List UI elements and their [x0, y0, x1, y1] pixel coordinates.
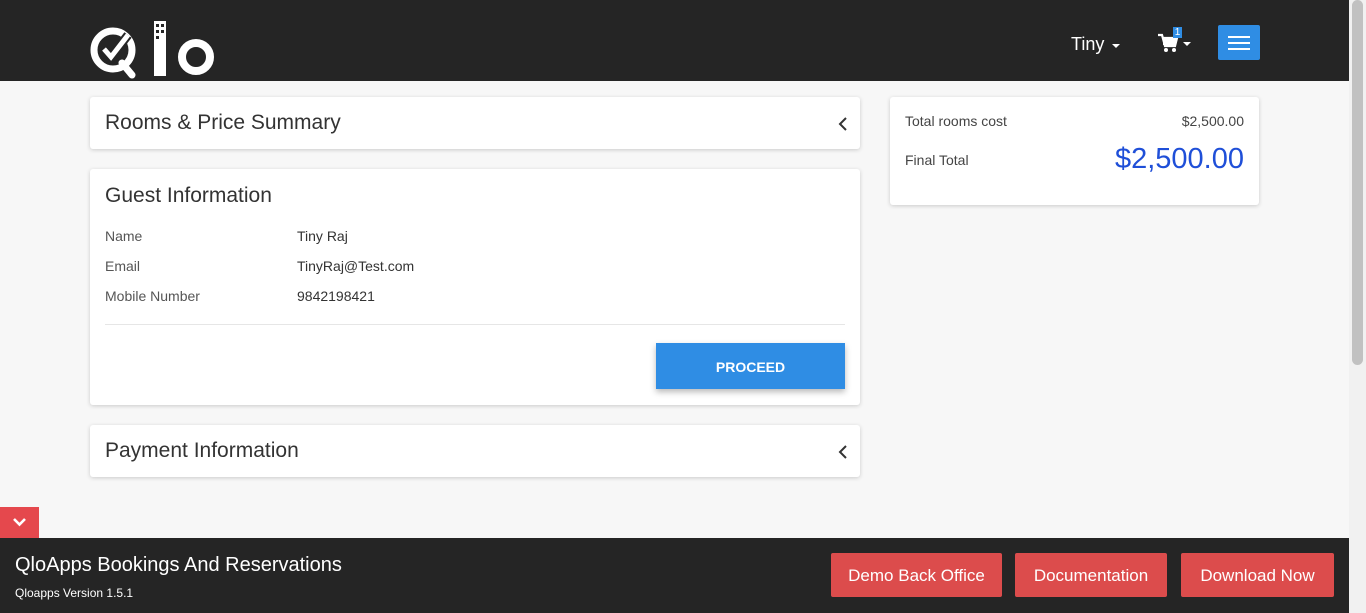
demo-footer-bar: QloApps Bookings And Reservations Qloapp… — [0, 538, 1349, 613]
qlo-logo[interactable] — [90, 19, 216, 79]
final-total-label: Final Total — [905, 152, 969, 168]
demo-back-office-button[interactable]: Demo Back Office — [831, 553, 1002, 597]
top-navbar: Tiny 1 — [0, 0, 1349, 81]
rooms-summary-title: Rooms & Price Summary — [105, 111, 341, 134]
user-menu[interactable]: Tiny — [1071, 34, 1121, 55]
name-value: Tiny Raj — [297, 228, 348, 244]
mobile-label: Mobile Number — [105, 288, 200, 304]
rooms-summary-card[interactable]: Rooms & Price Summary — [90, 97, 860, 149]
chevron-left-icon[interactable] — [837, 116, 849, 132]
divider — [105, 324, 845, 325]
cart-count-badge: 1 — [1173, 27, 1182, 38]
price-summary-card: Total rooms cost $2,500.00 Final Total $… — [890, 97, 1259, 205]
payment-info-card[interactable]: Payment Information — [90, 425, 860, 477]
menu-toggle-button[interactable] — [1218, 25, 1260, 60]
chevron-left-icon[interactable] — [837, 444, 849, 460]
total-rooms-cost-label: Total rooms cost — [905, 113, 1007, 129]
name-label: Name — [105, 228, 143, 244]
download-now-button[interactable]: Download Now — [1181, 553, 1334, 597]
guest-info-title: Guest Information — [105, 184, 272, 207]
caret-down-icon — [1112, 43, 1121, 48]
footer-title: QloApps Bookings And Reservations — [15, 554, 342, 576]
hamburger-icon — [1228, 36, 1250, 38]
user-name: Tiny — [1071, 34, 1105, 54]
guest-info-card: Guest Information Name Tiny Raj Email Ti… — [90, 169, 860, 405]
documentation-button[interactable]: Documentation — [1015, 553, 1167, 597]
footer-version: Qloapps Version 1.5.1 — [15, 586, 134, 600]
final-total-value: $2,500.00 — [1114, 143, 1244, 175]
email-value: TinyRaj@Test.com — [297, 258, 415, 274]
caret-down-icon — [1183, 42, 1191, 46]
chevron-down-icon — [13, 518, 26, 527]
payment-info-title: Payment Information — [105, 439, 299, 462]
proceed-button[interactable]: PROCEED — [656, 343, 845, 389]
mobile-value: 9842198421 — [297, 288, 375, 304]
total-rooms-cost-value: $2,500.00 — [1181, 113, 1244, 129]
email-label: Email — [105, 258, 141, 274]
cart-button[interactable]: 1 — [1157, 27, 1191, 53]
scrollbar-thumb[interactable] — [1352, 0, 1363, 365]
footer-toggle-button[interactable] — [0, 507, 39, 538]
hamburger-icon — [1228, 42, 1250, 44]
hamburger-icon — [1228, 48, 1250, 50]
